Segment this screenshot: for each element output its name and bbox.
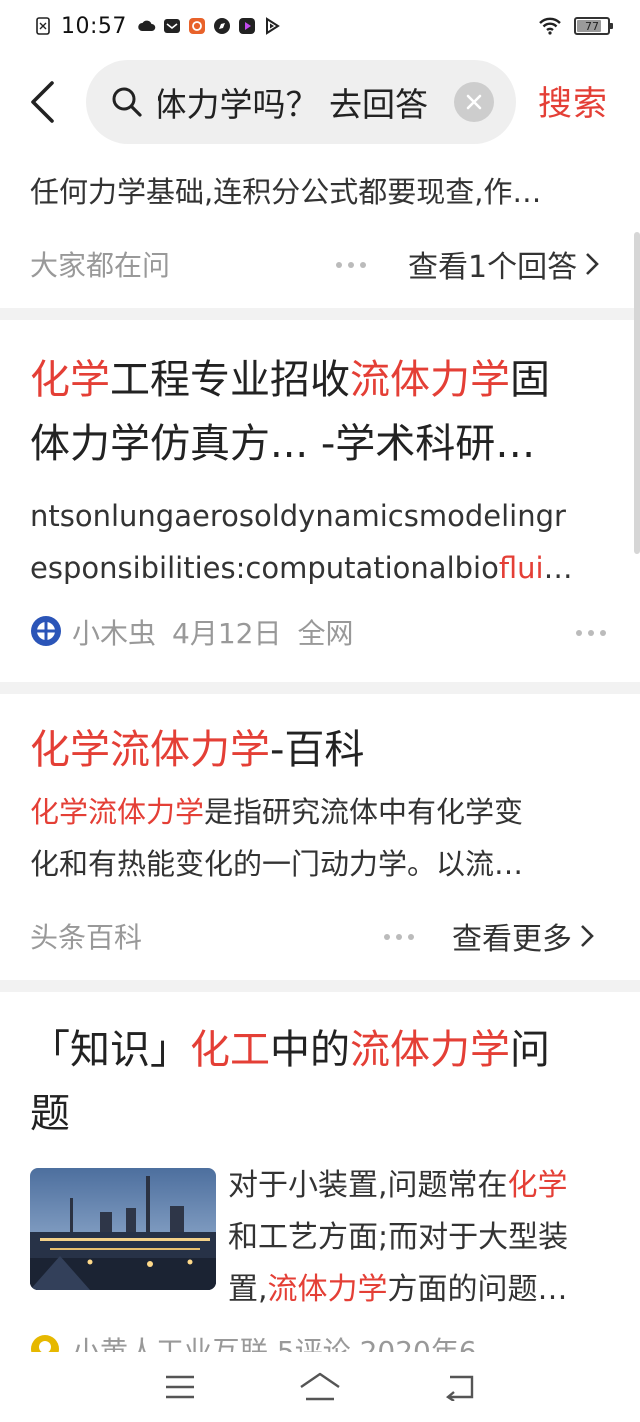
author-avatar	[31, 616, 61, 646]
status-bar: 10:57 77	[0, 0, 640, 52]
mail-icon	[163, 19, 180, 33]
snippet-highlight: 化学流体力学	[30, 795, 205, 829]
search-header: 流体力学吗？ 去回答 搜索	[0, 58, 640, 146]
snippet-text: 对于小装置,问题常在	[228, 1168, 508, 1203]
back-arrow-icon	[31, 81, 54, 123]
home-icon	[300, 1372, 340, 1401]
app-notification-icon	[188, 18, 205, 34]
result-scope: 全网	[297, 617, 354, 650]
article-thumbnail[interactable]	[30, 1168, 216, 1290]
author-avatar	[31, 1335, 59, 1352]
snippet-text: 是指研究流体中有化学变	[204, 795, 524, 829]
chevron-right-icon	[586, 253, 599, 275]
title-text: 中的	[270, 1027, 350, 1073]
more-options-icon[interactable]	[336, 262, 366, 268]
clear-search-button[interactable]	[454, 82, 494, 122]
result-author: 小木虫	[72, 617, 157, 650]
result-card-encyclopedia[interactable]: 化学流体力学-百科 化学流体力学是指研究流体中有化学变 化和有热能变化的一门动力…	[0, 694, 640, 980]
result-source: 大家都在问	[30, 249, 171, 282]
results-feed[interactable]: 任何力学基础,连积分公式都要现查,作… 大家都在问 查看1个回答 化学工程专业招…	[0, 146, 640, 1352]
menu-icon	[166, 1375, 194, 1399]
view-answers-link[interactable]: 查看1个回答	[408, 242, 599, 286]
snippet-highlight: 化学	[507, 1168, 568, 1203]
search-button[interactable]: 搜索	[538, 76, 608, 125]
search-input[interactable]: 流体力学吗？ 去回答	[86, 60, 516, 144]
snippet-highlight: flui	[498, 551, 544, 585]
more-options-icon[interactable]	[576, 630, 606, 636]
clipped-text-fragment	[172, 146, 180, 150]
title-text: 工程专业招收	[110, 357, 350, 403]
video-app-icon	[238, 18, 255, 34]
result-meta: 小黄人工业互联 5评论 2020年6	[72, 1335, 477, 1352]
sim-card-icon	[36, 17, 50, 35]
result-card-article[interactable]: 化学工程专业招收流体力学固体力学仿真方... -学术科研… ntsonlunga…	[0, 320, 640, 682]
title-text: -百科	[270, 727, 365, 773]
result-snippet-line: 对于小装置,问题常在化学	[228, 1160, 608, 1212]
snippet-text: esponsibilities:computationalbio	[30, 551, 499, 585]
title-text: 固	[510, 357, 550, 403]
home-button[interactable]	[298, 1369, 342, 1405]
title-highlight: 流体力学	[350, 1027, 510, 1073]
status-time: 10:57	[61, 13, 127, 39]
search-icon	[112, 87, 142, 117]
menu-button[interactable]	[158, 1369, 202, 1405]
result-title[interactable]: 「知识」化工中的流体力学问题	[30, 1018, 620, 1146]
play-icon	[265, 17, 280, 35]
result-snippet-line: 置,流体力学方面的问题…	[228, 1264, 608, 1316]
result-title[interactable]: 化学流体力学-百科	[30, 718, 364, 782]
title-highlight: 流体力学	[350, 357, 510, 403]
chevron-right-icon	[581, 925, 594, 947]
close-icon	[466, 94, 482, 110]
return-icon	[445, 1375, 474, 1401]
result-snippet-line: 和工艺方面;而对于大型装	[228, 1220, 569, 1255]
cloud-icon	[138, 20, 156, 31]
battery-level: 77	[585, 19, 599, 33]
snippet-text: 方面的问题…	[387, 1272, 568, 1307]
title-highlight: 化学	[30, 357, 110, 403]
clipped-text-fragment	[32, 146, 40, 150]
title-text: 体力学仿真方... -学术科研…	[30, 421, 536, 467]
result-title[interactable]: 化学工程专业招收流体力学固体力学仿真方... -学术科研…	[30, 348, 620, 476]
view-more-label: 查看更多	[452, 922, 572, 957]
search-query[interactable]: 流体力学吗？ 去回答	[158, 78, 428, 126]
battery-icon: 77	[574, 17, 613, 35]
result-snippet-line: ntsonlungaerosoldynamicsmodelingr	[30, 499, 566, 533]
title-text: 「知识」	[30, 1027, 190, 1073]
result-snippet-line: 化和有热能变化的一门动力学。以流…	[30, 847, 524, 881]
divider	[0, 308, 640, 320]
result-snippet-line: 化学流体力学是指研究流体中有化学变	[30, 786, 610, 838]
wifi-icon	[539, 17, 561, 35]
divider	[0, 682, 640, 694]
result-snippet: 任何力学基础,连积分公式都要现查,作…	[30, 175, 542, 209]
view-answers-label: 查看1个回答	[408, 250, 578, 285]
snippet-highlight: 流体力学	[267, 1272, 388, 1307]
compass-icon	[213, 18, 230, 34]
result-card-qa[interactable]: 任何力学基础,连积分公式都要现查,作… 大家都在问 查看1个回答	[0, 146, 640, 308]
view-more-link[interactable]: 查看更多	[452, 914, 594, 958]
title-highlight: 化学流体力学	[30, 727, 270, 773]
back-nav-button[interactable]	[438, 1369, 482, 1405]
title-highlight: 化工	[190, 1027, 270, 1073]
result-date: 4月12日	[172, 617, 282, 650]
result-source: 头条百科	[30, 921, 143, 954]
snippet-text: …	[543, 551, 573, 585]
title-text: 问	[510, 1027, 550, 1073]
scrollbar[interactable]	[634, 232, 640, 554]
system-nav-bar	[0, 1352, 640, 1422]
more-options-icon[interactable]	[384, 934, 414, 940]
result-meta: 小木虫 4月12日 全网	[72, 612, 353, 652]
back-button[interactable]	[0, 58, 84, 146]
title-text: 题	[30, 1091, 70, 1137]
snippet-text: 置,	[228, 1272, 268, 1307]
result-card-article-image[interactable]: 「知识」化工中的流体力学问题 对于小装置,问题常在化学 和工艺方面;而对于大型装…	[0, 992, 640, 1352]
divider	[0, 980, 640, 992]
result-snippet-line: esponsibilities:computationalbioflui…	[30, 542, 610, 594]
